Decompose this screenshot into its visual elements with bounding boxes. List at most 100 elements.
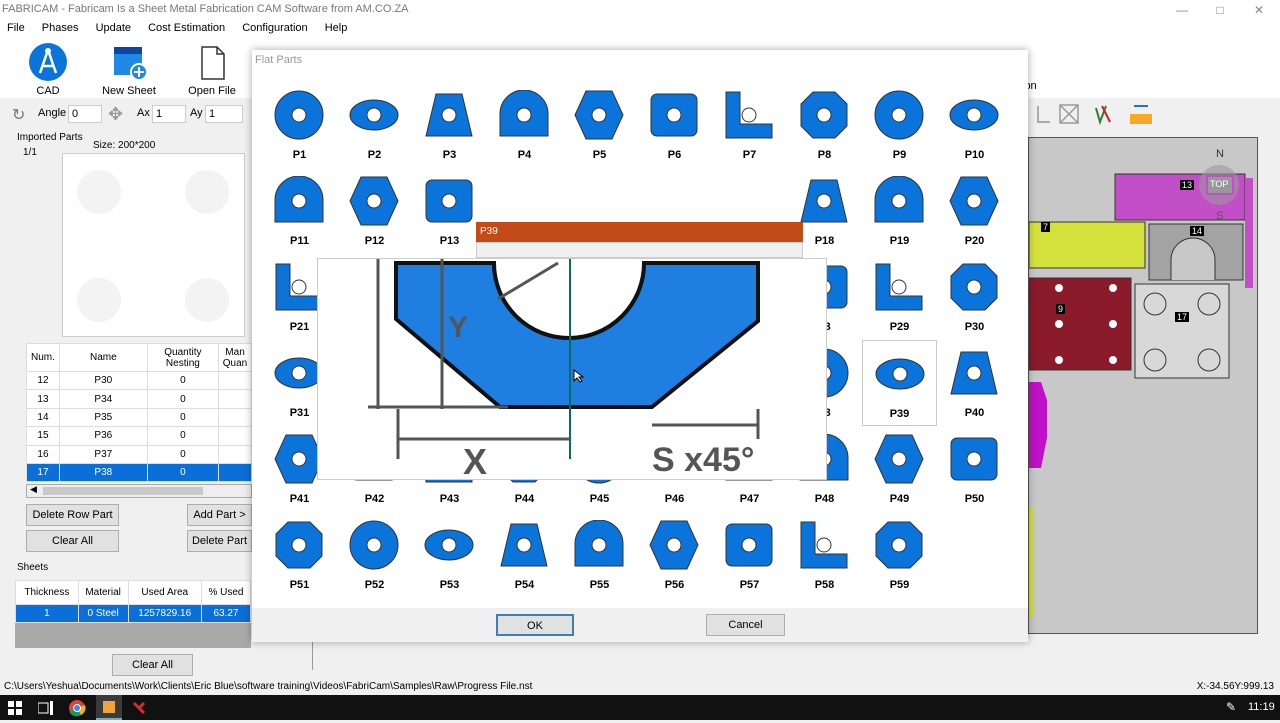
- part-tile[interactable]: P51: [262, 512, 337, 598]
- col-pct-used[interactable]: % Used: [200, 580, 252, 605]
- imported-parts-table: Num. Name Quantity Nesting Man Quan 12 P3…: [26, 343, 252, 483]
- part-tile[interactable]: P52: [337, 512, 412, 598]
- delete-part-button[interactable]: Delete Part: [187, 530, 252, 552]
- maximize-icon[interactable]: □: [1201, 0, 1239, 20]
- part-tile[interactable]: P2: [337, 82, 412, 168]
- add-part-button[interactable]: Add Part >: [187, 504, 252, 526]
- part-tile[interactable]: P56: [637, 512, 712, 598]
- clear-all-sheets-button[interactable]: Clear All: [112, 654, 193, 676]
- part-tile[interactable]: P30: [937, 254, 1012, 340]
- ay-input[interactable]: 1: [205, 105, 243, 123]
- minimize-icon[interactable]: —: [1163, 0, 1201, 20]
- fabricam-taskbar-button[interactable]: [96, 695, 122, 720]
- rotate-icon[interactable]: ↻: [12, 105, 25, 125]
- table-row[interactable]: 17 P38 0: [26, 462, 252, 483]
- part-tile[interactable]: P54: [487, 512, 562, 598]
- part-label: P50: [964, 493, 985, 505]
- part-tile[interactable]: P1: [262, 82, 337, 168]
- sheets-title: Sheets: [17, 562, 49, 573]
- part-tile[interactable]: P50: [937, 426, 1012, 512]
- new-sheet-button[interactable]: New Sheet: [100, 44, 158, 97]
- ax-label: Ax: [137, 107, 150, 119]
- measure-icon[interactable]: [1130, 105, 1152, 124]
- horizontal-scrollbar[interactable]: ◀: [26, 484, 252, 498]
- part-label: P6: [667, 149, 682, 161]
- part-tile[interactable]: P7: [712, 82, 787, 168]
- ok-button[interactable]: OK: [496, 614, 574, 636]
- part-tile[interactable]: P9: [862, 82, 937, 168]
- part-tile[interactable]: P19: [862, 168, 937, 254]
- part-tile[interactable]: P20: [937, 168, 1012, 254]
- part-shape-icon: [949, 99, 999, 131]
- cross-box-icon[interactable]: [1059, 104, 1079, 124]
- part-label: P42: [364, 493, 385, 505]
- scroll-left-icon[interactable]: ◀: [30, 484, 37, 495]
- table-row[interactable]: 14 P35 0: [26, 407, 252, 428]
- clear-all-parts-button[interactable]: Clear All: [26, 530, 119, 552]
- chrome-icon[interactable]: [68, 699, 86, 717]
- compass-north: N: [1216, 148, 1224, 160]
- col-thickness[interactable]: Thickness: [15, 580, 79, 605]
- table-row[interactable]: 15 P36 0: [26, 426, 252, 446]
- window-title: FABRICAM - Fabricam Is a Sheet Metal Fab…: [0, 0, 1280, 20]
- pen-icon[interactable]: ✎: [1226, 700, 1236, 714]
- part-tile[interactable]: P6: [637, 82, 712, 168]
- part-tile[interactable]: P8: [787, 82, 862, 168]
- l-shape-icon[interactable]: [1037, 106, 1050, 123]
- col-num[interactable]: Num.: [26, 343, 60, 372]
- menu-cost-estimation[interactable]: Cost Estimation: [141, 20, 232, 36]
- part-tile[interactable]: P40: [937, 340, 1012, 426]
- table-row[interactable]: 12 P30 0: [26, 370, 252, 391]
- menu-file[interactable]: File: [0, 20, 32, 36]
- part-tile[interactable]: P49: [862, 426, 937, 512]
- part-label: P5: [592, 149, 607, 161]
- part-tile[interactable]: P11: [262, 168, 337, 254]
- part-tile[interactable]: P29: [862, 254, 937, 340]
- menu-help[interactable]: Help: [318, 20, 355, 36]
- part-tile[interactable]: P53: [412, 512, 487, 598]
- cell-name: P37: [58, 444, 148, 464]
- col-name[interactable]: Name: [58, 343, 148, 372]
- sheets-table: Thickness Material Used Area % Used 1 0 …: [15, 580, 252, 648]
- table-row[interactable]: 16 P37 0: [26, 444, 252, 464]
- part-tile[interactable]: P10: [937, 82, 1012, 168]
- app-icon[interactable]: [130, 699, 148, 717]
- part-shape-icon: [349, 176, 399, 226]
- part-shape-icon: [950, 263, 998, 311]
- top-view-button[interactable]: TOP: [1210, 179, 1228, 189]
- menu-update[interactable]: Update: [89, 20, 138, 36]
- table-row[interactable]: 13 P34 0: [26, 389, 252, 409]
- part-tile[interactable]: P59: [862, 512, 937, 598]
- v-line-icon[interactable]: [1095, 105, 1107, 126]
- ax-input[interactable]: 1: [152, 105, 186, 123]
- move-icon[interactable]: ✥: [108, 104, 123, 125]
- col-material[interactable]: Material: [77, 580, 129, 605]
- cancel-button[interactable]: Cancel: [706, 614, 785, 636]
- open-file-button[interactable]: Open File: [185, 44, 239, 97]
- task-view-icon[interactable]: [38, 701, 54, 715]
- part-tile[interactable]: P58: [787, 512, 862, 598]
- close-icon[interactable]: ✕: [1240, 0, 1278, 20]
- menu-phases[interactable]: Phases: [35, 20, 86, 36]
- angle-input[interactable]: 0: [68, 105, 102, 123]
- angle-label: Angle: [38, 107, 67, 119]
- part-label: 13: [1180, 180, 1195, 190]
- table-row[interactable]: 1 0 Steel 1257829.16 63.27: [15, 604, 252, 623]
- col-used-area[interactable]: Used Area: [127, 580, 202, 605]
- part-tile[interactable]: P3: [412, 82, 487, 168]
- part-label: P9: [892, 149, 907, 161]
- menu-configuration[interactable]: Configuration: [235, 20, 314, 36]
- part-tile[interactable]: P39: [862, 340, 937, 426]
- col-man-quan[interactable]: Man Quan: [218, 343, 252, 372]
- part-tile[interactable]: P5: [562, 82, 637, 168]
- windows-start-icon[interactable]: [8, 701, 22, 715]
- part-tile[interactable]: P57: [712, 512, 787, 598]
- part-label: P59: [889, 579, 910, 591]
- nesting-canvas[interactable]: N TOP S 13 7 14 9 17: [1028, 137, 1258, 634]
- part-tile[interactable]: P55: [562, 512, 637, 598]
- part-tile[interactable]: P12: [337, 168, 412, 254]
- cad-button[interactable]: CAD: [22, 42, 74, 97]
- delete-row-part-button[interactable]: Delete Row Part: [26, 504, 119, 526]
- col-qty[interactable]: Quantity Nesting: [146, 343, 220, 372]
- part-tile[interactable]: P4: [487, 82, 562, 168]
